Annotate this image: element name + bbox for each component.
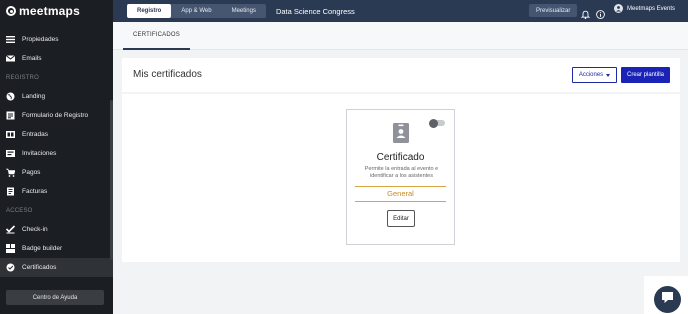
sidebar-item-label: Pagos [22, 169, 41, 176]
list-icon [6, 35, 15, 44]
sidebar: meetmaps Propiedades Emails REGISTRO Lan… [0, 0, 113, 314]
actions-dropdown[interactable]: Acciones [572, 67, 617, 83]
sidebar-item-label: Formulario de Registro [22, 112, 89, 119]
sidebar-item-pagos[interactable]: Pagos [0, 163, 113, 182]
actions-label: Acciones [578, 72, 604, 78]
certificate-card: Certificado Permite la entrada al evento… [346, 109, 455, 245]
invitation-icon [6, 149, 15, 158]
help-center-button[interactable]: Centro de Ayuda [6, 290, 104, 305]
info-icon[interactable] [596, 6, 605, 19]
invoice-icon [6, 187, 15, 196]
sidebar-item-landing[interactable]: Landing [0, 87, 113, 106]
create-template-button[interactable]: Crear plantilla [621, 67, 670, 83]
form-icon [6, 111, 15, 120]
sidebar-item-label: Landing [22, 93, 46, 100]
bell-icon[interactable] [580, 6, 591, 19]
sidebar-item-badge-builder[interactable]: Badge builder [0, 239, 113, 258]
topbar: Registro App & Web Meetings Data Science… [113, 0, 688, 22]
avatar [614, 4, 623, 13]
sidebar-item-label: Certificados [22, 264, 57, 271]
globe-icon [6, 92, 15, 101]
page-title: Mis certificados [133, 69, 202, 80]
checkin-icon [6, 225, 15, 234]
sidebar-item-label: Check-in [22, 226, 48, 233]
sidebar-item-label: Propiedades [22, 36, 59, 43]
cart-icon [6, 168, 15, 177]
certificate-icon [6, 263, 15, 272]
toggle-knob [429, 118, 438, 128]
divider [355, 186, 446, 187]
sidebar-item-propiedades[interactable]: Propiedades [0, 30, 113, 49]
account-name: Meetmaps Events [627, 5, 676, 12]
sidebar-section-acceso: ACCESO [6, 207, 33, 214]
sidebar-item-invitaciones[interactable]: Invitaciones [0, 144, 113, 163]
main-tabs: Registro App & Web Meetings [127, 4, 266, 18]
edit-button[interactable]: Editar [387, 210, 415, 227]
sidebar-item-certificados[interactable]: Certificados [0, 258, 113, 277]
sidebar-item-formulario[interactable]: Formulario de Registro [0, 106, 113, 125]
sidebar-item-checkin[interactable]: Check-in [0, 220, 113, 239]
badge-builder-icon [6, 244, 15, 253]
certificate-toggle[interactable] [429, 118, 445, 128]
logo[interactable]: meetmaps [0, 0, 113, 22]
tab-meetings[interactable]: Meetings [222, 4, 266, 18]
chat-bubble-icon [661, 291, 674, 309]
sidebar-item-emails[interactable]: Emails [0, 49, 113, 68]
page-header: Mis certificados Acciones Crear plantill… [122, 58, 680, 92]
logo-icon [6, 6, 16, 16]
sidebar-item-label: Facturas [22, 188, 48, 195]
event-title: Data Science Congress [275, 6, 355, 16]
certificate-type: General [387, 189, 414, 198]
ticket-icon [6, 130, 15, 139]
sidebar-item-facturas[interactable]: Facturas [0, 182, 113, 201]
sidebar-item-label: Invitaciones [22, 150, 57, 157]
tab-certificados[interactable]: CERTIFICADOS [123, 22, 190, 50]
preview-button[interactable]: Previsualizar [529, 4, 578, 17]
account-menu[interactable]: Meetmaps Events [614, 4, 675, 13]
chevron-down-icon [606, 73, 611, 77]
certificate-description: Permite la entrada al evento e identific… [364, 166, 439, 179]
envelope-icon [6, 54, 15, 63]
certificates-panel: Certificado Permite la entrada al evento… [122, 94, 680, 262]
id-badge-icon [393, 123, 409, 143]
tab-registro[interactable]: Registro [127, 4, 172, 18]
sub-tabs: CERTIFICADOS [113, 22, 688, 50]
sidebar-scrollbar[interactable] [110, 100, 113, 260]
sidebar-item-label: Emails [22, 55, 42, 62]
logo-text: meetmaps [19, 4, 80, 18]
sidebar-item-entradas[interactable]: Entradas [0, 125, 113, 144]
sidebar-item-label: Entradas [22, 131, 49, 138]
chat-button[interactable] [654, 286, 681, 313]
tab-app-web[interactable]: App & Web [171, 4, 221, 18]
sidebar-section-registro: REGISTRO [6, 74, 39, 81]
certificate-title: Certificado [376, 152, 425, 163]
divider [355, 201, 446, 202]
sidebar-item-label: Badge builder [22, 245, 63, 252]
